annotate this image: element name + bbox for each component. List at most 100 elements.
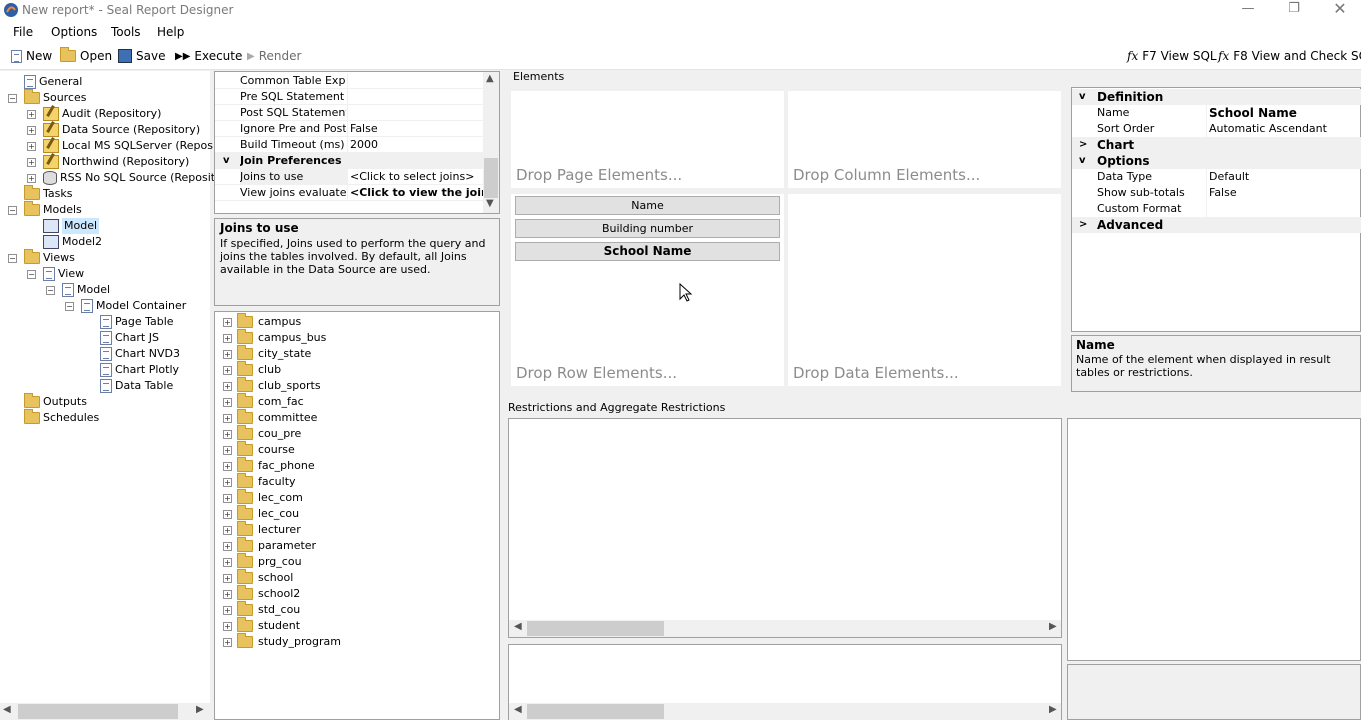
scroll-left-icon[interactable]: ◀ — [514, 621, 522, 632]
element-property-row[interactable]: Name School Name — [1072, 105, 1361, 121]
execute-button[interactable]: ▶▶ Execute — [175, 49, 242, 63]
collapse-icon[interactable]: − — [27, 270, 36, 279]
chevron-down-icon[interactable]: v — [1079, 89, 1086, 105]
tree-node[interactable]: Audit (Repository) — [43, 106, 161, 122]
tree-node[interactable]: RSS No SQL Source (Reposito — [43, 170, 222, 186]
property-row[interactable]: Common Table Expres — [215, 73, 483, 89]
tree-node[interactable]: Tasks — [24, 185, 72, 202]
element-property-row[interactable]: Custom Format — [1072, 201, 1361, 217]
check-sql-button[interactable]: fx F8 View and Check SQL — [1218, 49, 1361, 63]
props-scrollbar[interactable]: ▲ ▼ — [483, 72, 499, 213]
expand-icon[interactable]: + — [223, 349, 232, 359]
restrictions-editor[interactable] — [508, 418, 1062, 638]
tables-tree[interactable]: + campus + campus_bus + city_state + club + club_… — [214, 311, 500, 720]
expand-icon[interactable]: + — [27, 142, 36, 151]
tree-node[interactable]: Page Table — [100, 314, 174, 330]
new-button[interactable]: New — [11, 49, 52, 63]
collapse-icon[interactable]: − — [46, 286, 55, 295]
property-row[interactable]: Build Timeout (ms) 2000 — [215, 137, 483, 153]
property-value[interactable]: School Name — [1209, 105, 1297, 121]
minimize-button[interactable]: — — [1225, 0, 1271, 22]
menu-options[interactable]: Options — [51, 25, 97, 39]
element-name[interactable]: Name — [515, 196, 780, 215]
tree-node[interactable]: Schedules — [24, 409, 99, 426]
element-property-row[interactable]: Data Type Default — [1072, 169, 1361, 185]
property-row[interactable]: Ignore Pre and Post S(False — [215, 121, 483, 137]
element-school-name[interactable]: School Name — [515, 242, 780, 261]
tree-node[interactable]: Chart JS — [100, 330, 159, 346]
tree-node[interactable]: View — [43, 266, 84, 282]
table-node[interactable]: + city_state — [223, 345, 311, 362]
menu-file[interactable]: File — [13, 25, 33, 39]
element-property-row[interactable]: Sort Order Automatic Ascendant — [1072, 121, 1361, 137]
tree-node[interactable]: General — [24, 74, 82, 90]
element-building-number[interactable]: Building number — [515, 219, 780, 238]
element-property-row[interactable]: Show sub-totals False — [1072, 185, 1361, 201]
scroll-right-icon[interactable]: ▶ — [196, 704, 204, 715]
expand-icon[interactable]: + — [27, 126, 36, 135]
tree-node[interactable]: Sources — [24, 89, 87, 106]
tree-node[interactable]: Model — [62, 282, 110, 298]
expand-icon[interactable]: + — [223, 509, 232, 519]
element-property-category[interactable]: > Advanced — [1072, 217, 1361, 233]
expand-icon[interactable]: + — [223, 557, 232, 567]
save-button[interactable]: Save — [118, 49, 165, 63]
expand-icon[interactable]: + — [27, 158, 36, 167]
tree-scrollbar[interactable]: ◀ ▶ — [0, 703, 210, 720]
table-node[interactable]: + cou_pre — [223, 425, 301, 442]
scroll-right-icon[interactable]: ▶ — [1049, 621, 1057, 632]
chevron-down-icon[interactable]: v — [223, 153, 230, 168]
scroll-thumb[interactable] — [527, 704, 664, 719]
table-node[interactable]: + faculty — [223, 473, 296, 490]
property-value[interactable]: Default — [1209, 169, 1249, 185]
expand-icon[interactable]: + — [223, 333, 232, 343]
table-node[interactable]: + student — [223, 617, 300, 634]
table-node[interactable]: + campus — [223, 313, 301, 330]
tree-node[interactable]: Model2 — [43, 234, 102, 250]
menu-help[interactable]: Help — [157, 25, 184, 39]
tree-node[interactable]: Northwind (Repository) — [43, 154, 189, 170]
scroll-left-icon[interactable]: ◀ — [3, 704, 11, 715]
property-value[interactable]: False — [1209, 185, 1237, 201]
expand-icon[interactable]: + — [27, 174, 36, 183]
table-node[interactable]: + school — [223, 569, 293, 586]
property-row[interactable]: View joins evaluated <Click to view the j… — [215, 185, 495, 201]
tree-node[interactable]: Data Table — [100, 378, 173, 394]
expand-icon[interactable]: + — [223, 573, 232, 583]
property-value[interactable]: Automatic Ascendant — [1209, 121, 1327, 137]
chevron-down-icon[interactable]: v — [1079, 153, 1086, 169]
table-node[interactable]: + lec_cou — [223, 505, 299, 522]
property-row[interactable]: Post SQL Statement — [215, 105, 483, 121]
expand-icon[interactable]: + — [223, 381, 232, 391]
chevron-right-icon[interactable]: > — [1079, 217, 1087, 233]
table-node[interactable]: + club_sports — [223, 377, 321, 394]
report-tree[interactable]: General − Sources + Audit (Repository) + Data … — [0, 71, 227, 720]
column-elements-zone[interactable]: Drop Column Elements... — [788, 91, 1061, 188]
scroll-up-icon[interactable]: ▲ — [486, 73, 494, 84]
expand-icon[interactable]: + — [223, 589, 232, 599]
view-sql-button[interactable]: fx F7 View SQL — [1127, 49, 1217, 63]
close-button[interactable]: ✕ — [1317, 0, 1361, 22]
collapse-icon[interactable]: − — [8, 254, 17, 263]
restore-button[interactable]: ❐ — [1271, 0, 1317, 22]
property-row[interactable]: Pre SQL Statement — [215, 89, 483, 105]
collapse-icon[interactable]: − — [8, 94, 17, 103]
expand-icon[interactable]: + — [223, 525, 232, 535]
render-button[interactable]: ▶ Render — [247, 49, 301, 63]
table-node[interactable]: + club — [223, 361, 281, 378]
tree-node[interactable]: Models — [24, 201, 82, 218]
table-node[interactable]: + school2 — [223, 585, 300, 602]
aggregate-scrollbar[interactable]: ◀ ▶ — [509, 703, 1061, 720]
expand-icon[interactable]: + — [223, 397, 232, 407]
tree-node[interactable]: Chart NVD3 — [100, 346, 180, 362]
expand-icon[interactable]: + — [223, 429, 232, 439]
expand-icon[interactable]: + — [223, 445, 232, 455]
table-node[interactable]: + lecturer — [223, 521, 301, 538]
scroll-left-icon[interactable]: ◀ — [514, 704, 522, 715]
scroll-thumb[interactable] — [527, 621, 664, 636]
scroll-thumb[interactable] — [484, 158, 498, 198]
expand-icon[interactable]: + — [223, 621, 232, 631]
collapse-icon[interactable]: − — [65, 302, 74, 311]
tree-node[interactable]: Data Source (Repository) — [43, 122, 200, 138]
element-property-category[interactable]: v Definition — [1072, 89, 1361, 105]
